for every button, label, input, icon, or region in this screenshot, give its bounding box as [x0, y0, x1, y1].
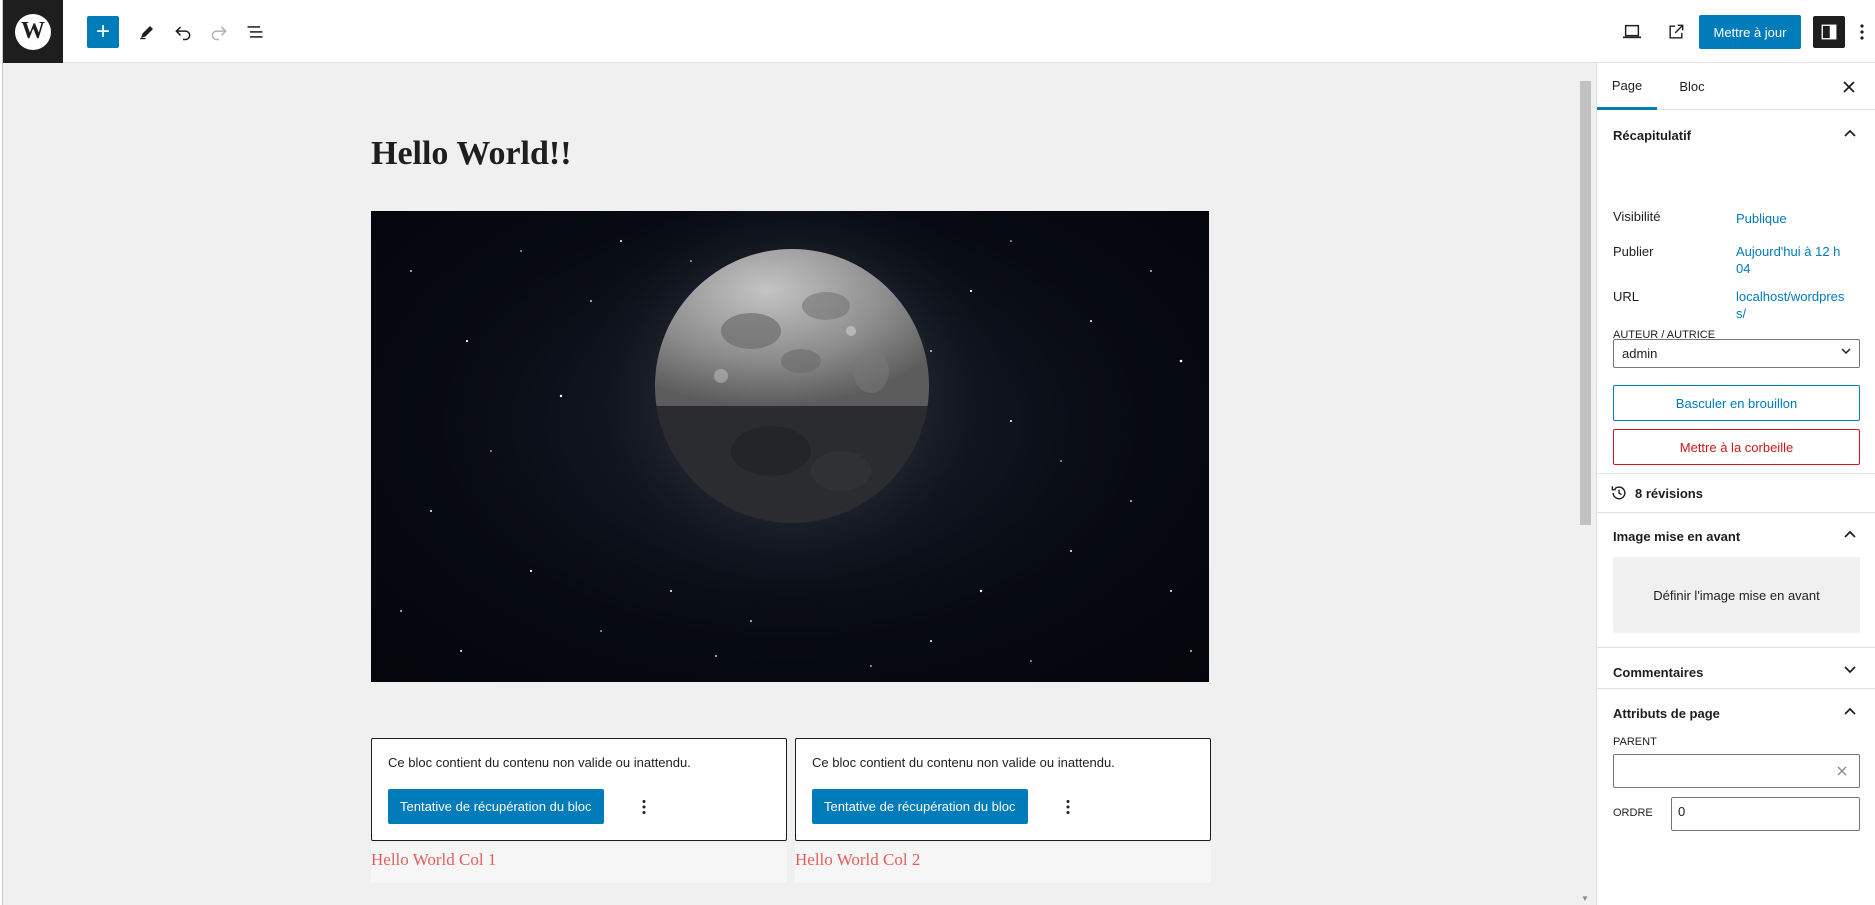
- plus-icon: +: [95, 18, 110, 45]
- invalid-block[interactable]: Ce bloc contient du contenu non valide o…: [371, 738, 787, 841]
- editor-canvas[interactable]: Hello World!! Ce bloc contient du conten…: [3, 63, 1579, 905]
- update-button[interactable]: Mettre à jour: [1699, 15, 1801, 49]
- editor-toolbar: W + Mettre à jour: [3, 0, 1875, 63]
- chevron-down-icon: [1841, 346, 1851, 358]
- summary-panel-title: Récapitulatif: [1613, 127, 1692, 143]
- scrollbar-thumb[interactable]: [1580, 81, 1591, 525]
- laptop-icon: [1622, 24, 1642, 39]
- move-to-trash-button[interactable]: Mettre à la corbeille: [1613, 429, 1860, 465]
- divider: [1597, 473, 1875, 474]
- author-selected-value: admin: [1622, 346, 1658, 361]
- visibility-label: Visibilité: [1613, 209, 1661, 224]
- revisions-label: 8 révisions: [1635, 485, 1703, 501]
- scroll-down-arrow-icon[interactable]: ▼: [1581, 894, 1589, 903]
- publish-date-link[interactable]: Aujourd'hui à 12 h 04: [1736, 243, 1851, 277]
- block-options-button[interactable]: [1056, 793, 1080, 821]
- sidebar-tabs: Page Bloc: [1597, 63, 1875, 110]
- more-vertical-icon: [1860, 24, 1864, 40]
- sidebar-toggle-icon: [1821, 24, 1837, 40]
- chevron-down-icon: [1844, 662, 1856, 677]
- comments-panel-title: Commentaires: [1613, 664, 1704, 680]
- settings-button[interactable]: [1813, 16, 1845, 48]
- set-featured-image-button[interactable]: Définir l'image mise en avant: [1613, 557, 1860, 633]
- order-input[interactable]: 0: [1671, 797, 1860, 831]
- redo-icon: [211, 26, 227, 41]
- list-view-icon: [247, 26, 263, 38]
- clear-icon[interactable]: [1837, 763, 1847, 779]
- revisions-link[interactable]: 8 révisions: [1609, 483, 1703, 503]
- invalid-block-message: Ce bloc contient du contenu non valide o…: [812, 755, 1115, 770]
- author-select[interactable]: admin: [1613, 339, 1860, 368]
- page-attributes-panel-title: Attributs de page: [1613, 705, 1720, 721]
- tab-block[interactable]: Bloc: [1671, 63, 1713, 110]
- chevron-up-icon: [1844, 125, 1856, 140]
- view-page-button[interactable]: [1660, 16, 1692, 48]
- invalid-block[interactable]: Ce bloc contient du contenu non valide o…: [795, 738, 1211, 841]
- switch-to-draft-button[interactable]: Basculer en brouillon: [1613, 385, 1860, 421]
- external-link-icon: [1669, 24, 1684, 39]
- visibility-value-link[interactable]: Publique: [1736, 210, 1851, 227]
- undo-icon: [175, 26, 191, 41]
- canvas-scrollbar[interactable]: ▼: [1576, 63, 1596, 905]
- column-heading[interactable]: Hello World Col 1: [371, 850, 496, 870]
- column-block[interactable]: Hello World Col 2: [795, 843, 1211, 883]
- moon-image-graphic: [400, 211, 1192, 667]
- chevron-up-icon: [1844, 703, 1856, 718]
- more-vertical-icon: [642, 800, 646, 814]
- chevron-up-icon: [1844, 526, 1856, 541]
- close-sidebar-button[interactable]: [1837, 75, 1861, 99]
- column-heading[interactable]: Hello World Col 2: [795, 850, 920, 870]
- options-button[interactable]: [1849, 16, 1875, 48]
- block-options-button[interactable]: [632, 793, 656, 821]
- add-block-button[interactable]: +: [87, 16, 119, 48]
- settings-sidebar: Page Bloc Récapitulatif Visibilité Publi…: [1596, 63, 1875, 905]
- featured-image-panel-title: Image mise en avant: [1613, 528, 1741, 544]
- redo-button[interactable]: [203, 16, 235, 48]
- publish-label: Publier: [1613, 244, 1654, 259]
- undo-button[interactable]: [167, 16, 199, 48]
- featured-image-panel-toggle[interactable]: Image mise en avant: [1597, 512, 1875, 560]
- parent-page-combobox[interactable]: [1613, 754, 1860, 788]
- image-block[interactable]: [371, 211, 1209, 682]
- page-attributes-panel-toggle[interactable]: Attributs de page: [1597, 689, 1875, 737]
- tab-page[interactable]: Page: [1597, 63, 1657, 110]
- wordpress-logo-icon: W: [15, 13, 51, 50]
- pencil-icon: [140, 26, 153, 40]
- parent-label: PARENT: [1613, 736, 1657, 748]
- wordpress-logo-button[interactable]: W: [3, 0, 63, 63]
- tools-button[interactable]: [131, 16, 163, 48]
- url-label: URL: [1613, 289, 1640, 304]
- summary-panel-toggle[interactable]: Récapitulatif: [1597, 111, 1875, 159]
- document-overview-button[interactable]: [239, 16, 271, 48]
- preview-button[interactable]: [1616, 16, 1648, 48]
- attempt-block-recovery-button[interactable]: Tentative de récupération du bloc: [388, 789, 604, 824]
- url-value-link[interactable]: localhost/wordpress/: [1736, 288, 1851, 322]
- order-label: ORDRE: [1613, 807, 1653, 819]
- history-icon: [1611, 486, 1626, 500]
- window-edge: [0, 0, 3, 905]
- close-icon: [1843, 81, 1855, 93]
- column-block[interactable]: Hello World Col 1: [371, 843, 787, 883]
- invalid-block-message: Ce bloc contient du contenu non valide o…: [388, 755, 691, 770]
- attempt-block-recovery-button[interactable]: Tentative de récupération du bloc: [812, 789, 1028, 824]
- post-title[interactable]: Hello World!!: [371, 135, 572, 173]
- more-vertical-icon: [1066, 800, 1070, 814]
